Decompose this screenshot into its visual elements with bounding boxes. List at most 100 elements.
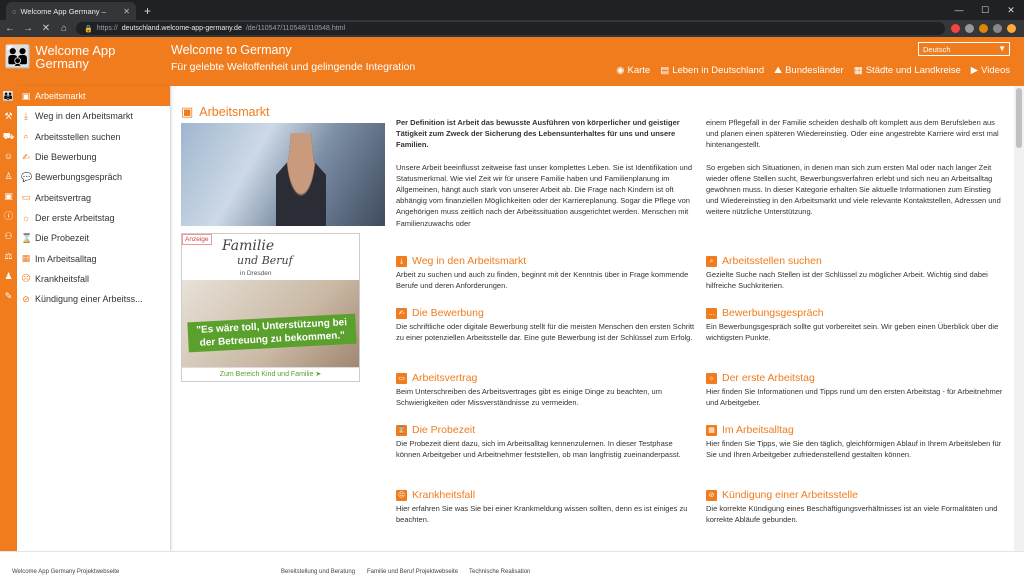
close-tab-icon[interactable]: ✕ — [123, 7, 130, 16]
info-icon[interactable]: ⓘ — [0, 206, 17, 226]
section-weg: ⤓ Weg in den Arbeitsmarkt Arbeit zu suchen… — [396, 255, 696, 291]
person-icon[interactable]: ♟ — [0, 266, 17, 286]
back-icon[interactable]: ← — [4, 23, 16, 34]
nav-label: Videos — [981, 65, 1010, 76]
nav-bundeslaender[interactable]: ⛰ Bundesländer — [774, 65, 844, 76]
sidebar-item-kuendigung[interactable]: ⊘ Kündigung einer Arbeitss... — [17, 289, 170, 309]
advertisement[interactable]: Anzeige Familie und Beruf in Dresden "Es… — [181, 233, 360, 382]
footer-link[interactable]: Bereitstellung und Beratung — [281, 569, 355, 575]
scrollbar-thumb[interactable] — [1016, 88, 1022, 148]
child-icon[interactable]: ♙ — [0, 166, 17, 186]
section-title[interactable]: Krankheitsfall — [412, 489, 475, 501]
sun-icon: ☼ — [706, 372, 717, 384]
section-heading[interactable]: ☼ Der erste Arbeitstag — [706, 372, 1006, 384]
nav-karte[interactable]: ◉ Karte — [616, 65, 650, 76]
extension-icon[interactable] — [951, 24, 960, 33]
section-title[interactable]: Weg in den Arbeitsmarkt — [412, 255, 526, 267]
section-title[interactable]: Arbeitsstellen suchen — [722, 255, 822, 267]
new-tab-button[interactable]: + — [144, 2, 151, 20]
sidebar-item-probezeit[interactable]: ⌛ Die Probezeit — [17, 228, 170, 248]
section-title[interactable]: Kündigung einer Arbeitsstelle — [722, 489, 858, 501]
sidebar-item-vertrag[interactable]: ▭ Arbeitsvertrag — [17, 187, 170, 207]
nav-staedte[interactable]: ▦ Städte und Landkreise — [854, 65, 961, 76]
section-text: Hier erfahren Sie was Sie bei einer Kran… — [396, 504, 688, 524]
page-scrollbar[interactable] — [1014, 86, 1024, 551]
section-title[interactable]: Der erste Arbeitstag — [722, 372, 815, 384]
download-icon: ⤓ — [24, 110, 28, 121]
intro-paragraph: So ergeben sich Situationen, in denen ma… — [706, 162, 1001, 217]
section-heading[interactable]: ☹ Krankheitsfall — [396, 489, 696, 501]
sidebar-item-weg[interactable]: ⤓ Weg in den Arbeitsmarkt — [17, 106, 170, 126]
extensions-icon[interactable] — [993, 24, 1002, 33]
section-title[interactable]: Bewerbungsgespräch — [722, 307, 824, 319]
sidebar-item-label: Weg in den Arbeitsmarkt — [35, 111, 133, 122]
ad-logo-line1: Familie — [222, 238, 275, 254]
footer-link[interactable]: Familie und Beruf Projektwebseite — [367, 569, 458, 575]
sidebar-item-bewerbung[interactable]: ✍ Die Bewerbung — [17, 147, 170, 167]
law-icon[interactable]: ⚖ — [0, 246, 17, 266]
maximize-icon[interactable]: ☐ — [972, 0, 998, 20]
section-heading[interactable]: ⤓ Weg in den Arbeitsmarkt — [396, 255, 696, 267]
intro-column-left: Per Definition ist Arbeit das bewusste A… — [396, 117, 693, 229]
section-heading[interactable]: … Bewerbungsgespräch — [706, 307, 1006, 319]
section-text: Die schriftliche oder digitale Bewerbung… — [396, 322, 695, 342]
contract-icon: ▭ — [396, 372, 407, 384]
sidebar-item-krankheit[interactable]: ☹ Krankheitsfall — [17, 269, 170, 289]
section-text: Die korrekte Kündigung eines Beschäftigu… — [706, 504, 998, 524]
sidebar-item-gespraech[interactable]: 💬 Bewerbungsgespräch — [17, 167, 170, 187]
sidebar-item-erster-tag[interactable]: ☼ Der erste Arbeitstag — [17, 208, 170, 228]
book-icon: ▤ — [660, 65, 670, 76]
extension-icon[interactable] — [965, 24, 974, 33]
sun-icon: ☼ — [21, 212, 31, 223]
section-title[interactable]: Im Arbeitsalltag — [722, 424, 794, 436]
language-select[interactable]: Deutsch ▼ — [918, 42, 1010, 56]
section-title[interactable]: Die Probezeit — [412, 424, 475, 436]
map-icon: ⛰ — [774, 65, 783, 76]
top-nav: ◉ Karte ▤ Leben in Deutschland ⛰ Bundesländ… — [616, 65, 1010, 76]
section-heading[interactable]: ⊘ Kündigung einer Arbeitsstelle — [706, 489, 1006, 501]
extension-icon[interactable] — [979, 24, 988, 33]
smile-icon[interactable]: ☺ — [0, 146, 17, 166]
tools-icon[interactable]: ⚒ — [0, 106, 17, 126]
sidebar-item-stellen[interactable]: ⌕ Arbeitsstellen suchen — [17, 127, 170, 147]
sidebar-item-label: Die Bewerbung — [35, 152, 97, 163]
address-bar[interactable]: 🔒 https://deutschland.welcome-app-germany… — [76, 22, 945, 35]
briefcase-icon[interactable]: ▣ — [0, 186, 17, 206]
sick-icon: ☹ — [396, 489, 407, 501]
forward-icon[interactable]: → — [22, 23, 34, 34]
section-heading[interactable]: ▦ Im Arbeitsalltag — [706, 424, 1006, 436]
profile-icon[interactable] — [1007, 24, 1016, 33]
header-title: Welcome to Germany — [171, 43, 292, 57]
section-heading[interactable]: ✍ Die Bewerbung — [396, 307, 696, 319]
nav-label: Bundesländer — [785, 65, 844, 76]
intro-column-right: einem Pflegefall in der Familie scheiden… — [706, 117, 1003, 218]
footer-link[interactable]: Welcome App Germany Projektwebseite — [12, 569, 119, 575]
section-heading[interactable]: ⌕ Arbeitsstellen suchen — [706, 255, 1006, 267]
site-logo[interactable]: 👪 Welcome App Germany — [4, 44, 115, 70]
nav-videos[interactable]: ▶ Videos — [971, 65, 1010, 76]
edit-icon[interactable]: ✎ — [0, 286, 17, 306]
section-heading[interactable]: ⌛ Die Probezeit — [396, 424, 696, 436]
speech-icon: 💬 — [21, 171, 33, 182]
section-heading[interactable]: ▭ Arbeitsvertrag — [396, 372, 696, 384]
url-host: deutschland.welcome-app-germany.de — [121, 25, 242, 32]
close-window-icon[interactable]: ✕ — [998, 0, 1024, 20]
sidebar-item-arbeitsmarkt[interactable]: ▣ Arbeitsmarkt — [17, 86, 170, 107]
browser-tab[interactable]: ◌ Welcome App Germany – ✕ — [6, 2, 136, 20]
briefcase-icon: ▣ — [21, 90, 31, 101]
speech-icon: … — [706, 307, 717, 319]
family-icon[interactable]: ⚇ — [0, 226, 17, 246]
section-title[interactable]: Arbeitsvertrag — [412, 372, 477, 384]
car-icon[interactable]: ⛟ — [0, 126, 17, 146]
home-icon[interactable]: ⌂ — [58, 23, 70, 34]
page-title-text: Arbeitsmarkt — [199, 105, 270, 119]
ad-link[interactable]: Zum Bereich Kind und Familie ➤ — [182, 367, 359, 381]
section-stellen: ⌕ Arbeitsstellen suchen Gezielte Suche nac… — [706, 255, 1006, 291]
minimize-icon[interactable]: — — [946, 0, 972, 20]
footer-link[interactable]: Technische Realisation — [469, 569, 530, 575]
sidebar-item-alltag[interactable]: ▦ Im Arbeitsalltag — [17, 248, 170, 268]
section-title[interactable]: Die Bewerbung — [412, 307, 484, 319]
stop-icon[interactable]: ✕ — [40, 23, 52, 34]
people-icon[interactable]: 👪 — [0, 86, 17, 106]
nav-leben[interactable]: ▤ Leben in Deutschland — [660, 65, 764, 76]
